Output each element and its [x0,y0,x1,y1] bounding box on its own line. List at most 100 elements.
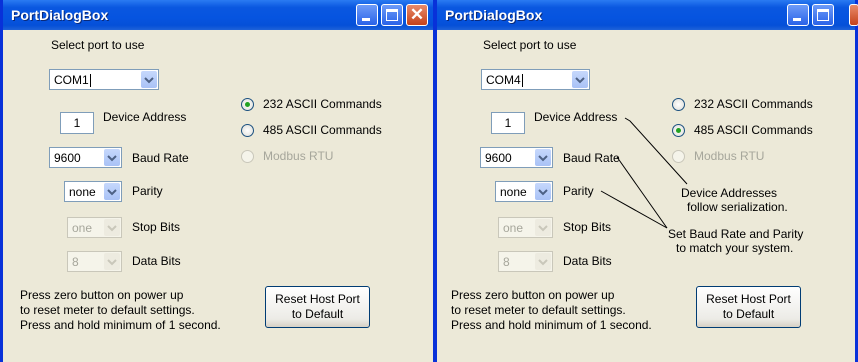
window-title: PortDialogBox [445,7,543,23]
stop-bits-select: one [498,217,553,238]
port-select[interactable]: COM4 [481,69,590,90]
chevron-down-icon [107,155,117,162]
data-bits-select: 8 [498,251,553,272]
baud-rate-value: 9600 [485,151,512,165]
baud-rate-select[interactable]: 9600 [480,147,553,168]
reset-button-line-2: to Default [722,307,775,321]
parity-dropdown-button[interactable] [535,183,551,200]
radio-485-label: 485 ASCII Commands [263,123,382,137]
chevron-down-icon [538,155,548,162]
port-select-value: COM4 [486,73,521,87]
stop-bits-select: one [67,217,122,238]
text-cursor [521,74,523,88]
maximize-button[interactable] [812,4,834,26]
data-bits-select: 8 [67,251,122,272]
maximize-icon [817,9,829,21]
port-dialog-window-1: PortDialogBox ✕ Select port to use COM1 … [0,0,436,362]
device-address-label: Device Address [534,110,618,124]
device-address-label: Device Address [103,110,187,124]
port-select[interactable]: COM1 [49,69,159,90]
footer-line-3: Press and hold minimum of 1 second. [20,318,221,332]
annotation-baud-line-2: to match your system. [676,241,794,255]
chevron-down-icon [538,189,548,196]
radio-modbus-rtu [241,150,254,163]
parity-value: none [69,185,96,199]
minimize-icon [362,18,370,21]
data-bits-value: 8 [503,255,510,269]
baud-dropdown-button[interactable] [104,149,120,166]
window-title: PortDialogBox [11,7,109,23]
annotation-device-line-2: follow serialization. [687,200,788,214]
data-bits-dropdown-button [104,253,120,270]
radio-modbus-label: Modbus RTU [694,149,765,163]
minimize-button[interactable] [356,4,378,26]
footer-line-2: to reset meter to default settings. [20,303,195,317]
radio-485-label: 485 ASCII Commands [694,123,813,137]
radio-232-ascii[interactable] [672,98,685,111]
footer-line-2: to reset meter to default settings. [451,303,626,317]
title-bar[interactable]: PortDialogBox [437,0,858,30]
data-bits-dropdown-button [535,253,551,270]
chevron-down-icon [575,77,585,84]
chevron-down-icon [107,225,117,232]
reset-button-line-1: Reset Host Port [275,292,360,306]
reset-button-line-2: to Default [291,307,344,321]
minimize-button[interactable] [787,4,809,26]
annotation-baud-line-1: Set Baud Rate and Parity [668,227,804,241]
reset-host-port-button[interactable]: Reset Host Port to Default [265,286,370,328]
radio-485-ascii[interactable] [672,124,685,137]
leader-line-baud-rate [616,156,668,229]
radio-modbus-rtu [672,150,685,163]
radio-232-label: 232 ASCII Commands [263,97,382,111]
maximize-button[interactable] [381,4,403,26]
stop-bits-label: Stop Bits [563,220,612,234]
reset-host-port-button[interactable]: Reset Host Port to Default [696,286,801,328]
parity-dropdown-button[interactable] [104,183,120,200]
close-button[interactable] [849,4,858,26]
title-bar[interactable]: PortDialogBox ✕ [3,0,433,30]
parity-label: Parity [132,184,163,198]
text-cursor [89,74,91,88]
baud-rate-select[interactable]: 9600 [49,147,122,168]
annotation-device-line-1: Device Addresses [681,186,778,200]
radio-485-ascii[interactable] [241,124,254,137]
maximize-icon [386,9,398,21]
stop-bits-label: Stop Bits [132,220,181,234]
dialog-client-area: Select port to use COM1 1 Device Address… [3,30,433,362]
baud-dropdown-button[interactable] [535,149,551,166]
radio-232-ascii[interactable] [241,98,254,111]
chevron-down-icon [538,259,548,266]
chevron-down-icon [144,77,154,84]
minimize-icon [793,18,801,21]
reset-button-line-1: Reset Host Port [706,292,791,306]
footer-line-1: Press zero button on power up [20,288,184,302]
port-dialog-window-2: PortDialogBox Select port to use COM4 1 … [434,0,858,362]
parity-select[interactable]: none [495,181,553,202]
baud-rate-label: Baud Rate [563,151,620,165]
data-bits-label: Data Bits [563,254,612,268]
parity-label: Parity [563,184,594,198]
select-port-label: Select port to use [483,38,577,52]
stop-bits-value: one [72,221,93,235]
device-address-input[interactable]: 1 [491,112,525,134]
chevron-down-icon [107,189,117,196]
stop-bits-value: one [503,221,524,235]
port-dropdown-button[interactable] [141,71,157,88]
stop-bits-dropdown-button [535,219,551,236]
select-port-label: Select port to use [51,38,145,52]
footer-line-1: Press zero button on power up [451,288,615,302]
close-button[interactable]: ✕ [406,4,428,26]
radio-232-label: 232 ASCII Commands [694,97,813,111]
port-select-value: COM1 [54,73,89,87]
footer-line-3: Press and hold minimum of 1 second. [451,318,652,332]
baud-rate-label: Baud Rate [132,151,189,165]
parity-select[interactable]: none [64,181,122,202]
close-icon: ✕ [409,5,425,24]
radio-selected-dot [245,102,250,107]
chevron-down-icon [107,259,117,266]
stop-bits-dropdown-button [104,219,120,236]
baud-rate-value: 9600 [54,151,81,165]
port-dropdown-button[interactable] [572,71,588,88]
data-bits-label: Data Bits [132,254,181,268]
device-address-input[interactable]: 1 [60,112,94,134]
